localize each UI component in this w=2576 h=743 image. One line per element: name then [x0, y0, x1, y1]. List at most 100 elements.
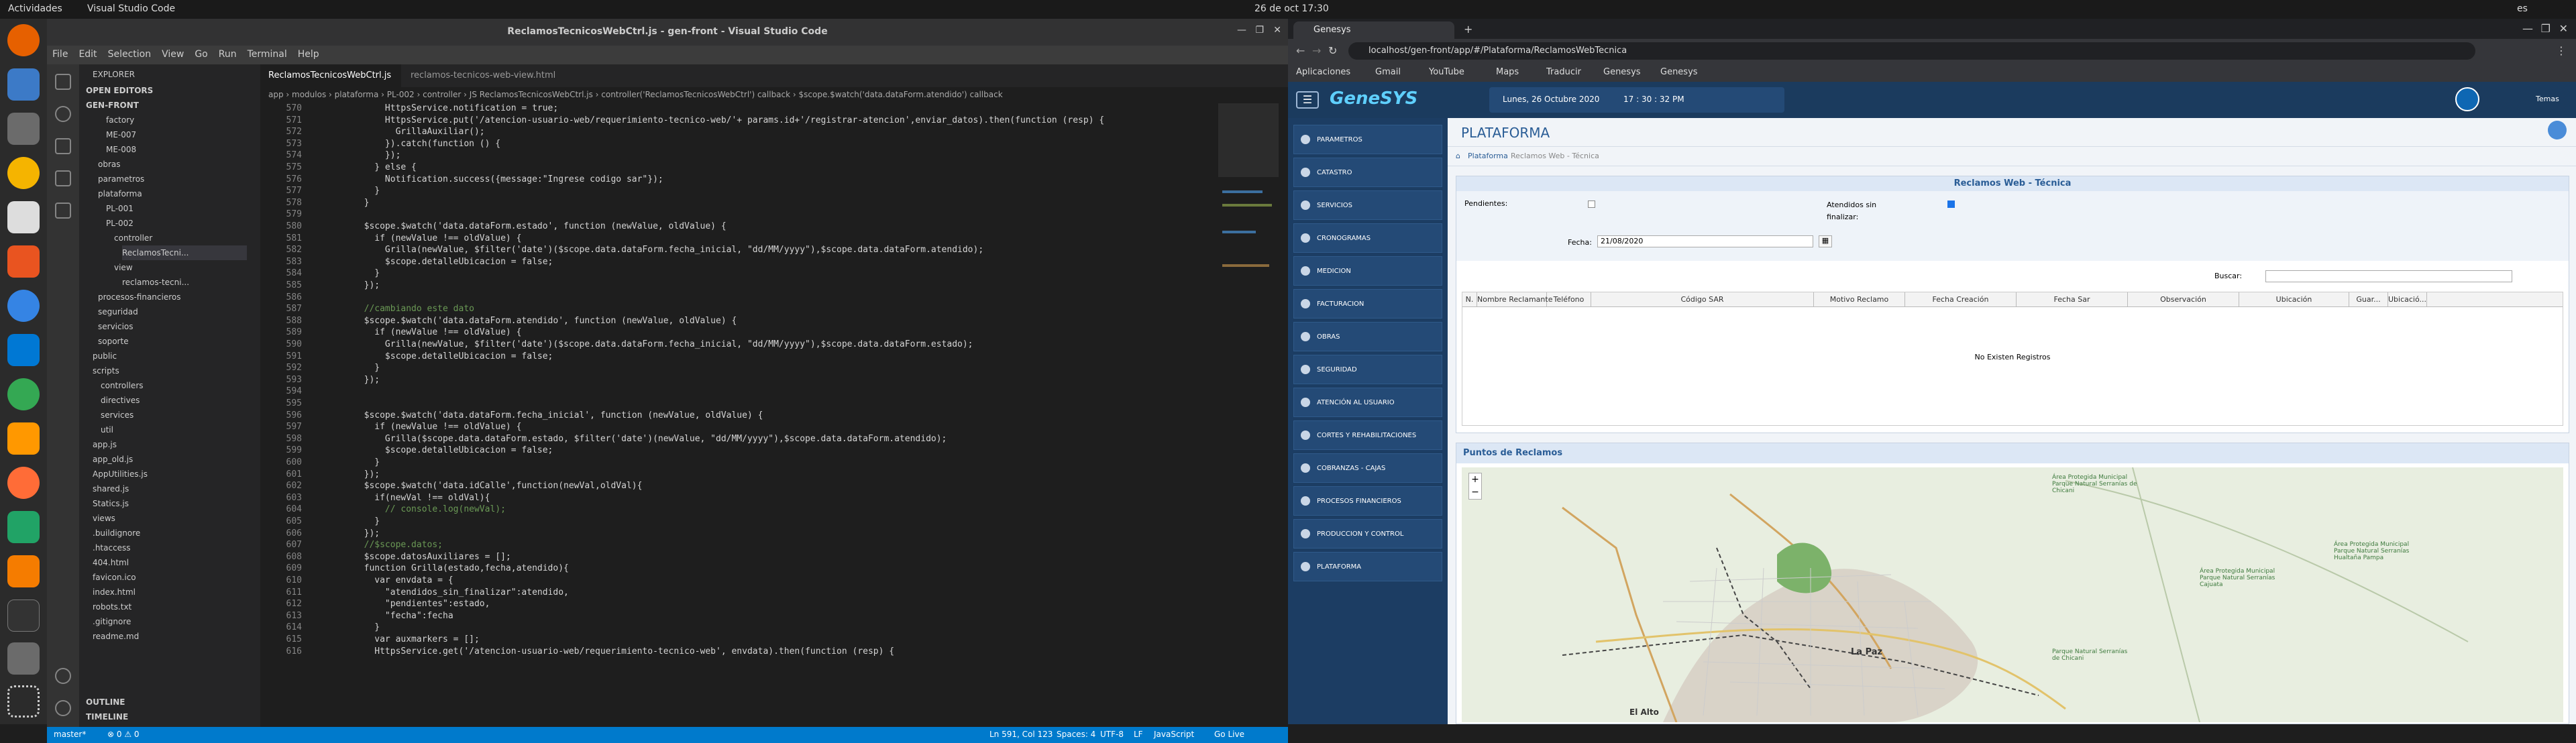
- home-icon[interactable]: ⌂: [1456, 147, 1460, 166]
- sidebar-item-atenci-n-al-usuario[interactable]: ATENCIÓN AL USUARIO: [1293, 388, 1442, 417]
- explorer-item[interactable]: 404.html: [93, 555, 247, 570]
- code-line[interactable]: $scope.$watch('data.dataForm.atendido', …: [322, 316, 737, 326]
- new-tab-icon[interactable]: +: [1464, 23, 1476, 36]
- menu-selection[interactable]: Selection: [103, 46, 157, 63]
- sidebar-item-plataforma[interactable]: PLATAFORMA: [1293, 552, 1442, 581]
- close-icon[interactable]: ✕: [1273, 25, 1281, 36]
- calc-icon[interactable]: [7, 511, 40, 543]
- files-icon[interactable]: [7, 113, 40, 145]
- column-header[interactable]: Teléfono: [1547, 292, 1591, 307]
- explorer-item[interactable]: ME-008: [106, 142, 247, 157]
- breadcrumb[interactable]: app › modulos › plataforma › PL-002 › co…: [260, 87, 1288, 102]
- column-header[interactable]: Observación: [2128, 292, 2239, 307]
- sidebar-item-cortes-y-rehabilitaciones[interactable]: CORTES Y REHABILITACIONES: [1293, 420, 1442, 450]
- explorer-item[interactable]: services: [101, 408, 247, 422]
- music-icon[interactable]: [7, 157, 40, 189]
- menu-help[interactable]: Help: [292, 46, 325, 63]
- explorer-item[interactable]: directives: [101, 393, 247, 408]
- encoding[interactable]: UTF-8: [1100, 730, 1124, 739]
- explorer-item[interactable]: robots.txt: [93, 599, 247, 614]
- close-icon[interactable]: ✕: [2559, 22, 2568, 35]
- explorer-item[interactable]: PL-002: [106, 216, 247, 231]
- tab-genesys[interactable]: Genesys: [1293, 21, 1454, 39]
- sidebar-item-procesos-financieros[interactable]: PROCESOS FINANCIEROS: [1293, 486, 1442, 516]
- terminal-icon[interactable]: [7, 599, 40, 632]
- chrome-menu-icon[interactable]: ⋮: [2556, 44, 2567, 57]
- sidebar-item-facturacion[interactable]: FACTURACION: [1293, 289, 1442, 319]
- fecha-input[interactable]: 21/08/2020: [1597, 235, 1813, 247]
- sidebar-item-catastro[interactable]: CATASTRO: [1293, 158, 1442, 187]
- code-line[interactable]: HttpsService.notification = true;: [322, 103, 558, 113]
- active-app-label[interactable]: Visual Studio Code: [87, 3, 175, 14]
- address-bar[interactable]: localhost/gen-front/app/#/Plataforma/Rec…: [1348, 42, 2475, 60]
- reload-icon[interactable]: ↻: [1328, 44, 1337, 57]
- menu-go[interactable]: Go: [189, 46, 213, 63]
- code-line[interactable]: } else {: [322, 162, 417, 172]
- bookmark-item[interactable]: Aplicaciones: [1296, 67, 1350, 77]
- minimap[interactable]: [1218, 103, 1279, 720]
- sidebar-item-cobranzas-cajas[interactable]: COBRANZAS - CAJAS: [1293, 453, 1442, 483]
- code-line[interactable]: // console.log(newVal);: [322, 504, 506, 514]
- explorer-item[interactable]: favicon.ico: [93, 570, 247, 585]
- minimize-icon[interactable]: —: [2522, 22, 2533, 35]
- code-line[interactable]: Grilla(newValue, $filter('date')($scope.…: [322, 245, 983, 255]
- code-line[interactable]: GrillaAuxiliar();: [322, 127, 485, 137]
- bookmark-item[interactable]: Genesys: [1660, 67, 1698, 77]
- code-line[interactable]: $scope.$watch('data.dataForm.fecha_inici…: [322, 410, 763, 420]
- code-line[interactable]: });: [322, 469, 380, 479]
- search-input[interactable]: [2265, 270, 2512, 282]
- tab-reclamos-view[interactable]: reclamos-tecnicos-web-view.html: [402, 64, 564, 87]
- column-header[interactable]: Motivo Reclamo: [1814, 292, 1905, 307]
- activities-button[interactable]: Actividades: [8, 3, 62, 14]
- bookmark-item[interactable]: Genesys: [1603, 67, 1641, 77]
- impress-icon[interactable]: [7, 555, 40, 587]
- code-line[interactable]: }: [322, 186, 380, 196]
- sidebar-item-produccion-y-control[interactable]: PRODUCCION Y CONTROL: [1293, 519, 1442, 549]
- calendar-icon[interactable]: ▦: [1819, 235, 1832, 247]
- explorer-item[interactable]: .htaccess: [93, 540, 247, 555]
- sidebar-item-servicios[interactable]: SERVICIOS: [1293, 190, 1442, 220]
- code-line[interactable]: if (newValue !== oldValue) {: [322, 327, 521, 337]
- hamburger-menu-icon[interactable]: ☰: [1296, 91, 1319, 109]
- explorer-item[interactable]: index.html: [93, 585, 247, 599]
- explorer-item[interactable]: AppUtilities.js: [93, 467, 247, 481]
- code-line[interactable]: function Grilla(estado,fecha,atendido){: [322, 563, 569, 573]
- code-line[interactable]: });: [322, 528, 380, 538]
- code-line[interactable]: if (newValue !== oldValue) {: [322, 422, 521, 432]
- sidebar-item-cronogramas[interactable]: CRONOGRAMAS: [1293, 223, 1442, 253]
- timeline-section[interactable]: TIMELINE: [86, 709, 128, 724]
- explorer-item[interactable]: views: [93, 511, 247, 526]
- explorer-item[interactable]: ME-007: [106, 127, 247, 142]
- column-header[interactable]: N.: [1462, 292, 1477, 307]
- code-line[interactable]: }: [322, 516, 380, 526]
- explorer-item[interactable]: ReclamosTecni...: [122, 245, 247, 260]
- code-line[interactable]: //$scope.datos;: [322, 540, 443, 550]
- git-branch[interactable]: master*: [54, 730, 86, 739]
- code-line[interactable]: Notification.success({message:"Ingrese c…: [322, 174, 663, 184]
- code-line[interactable]: HttpsService.get('/atencion-usuario-web/…: [322, 646, 894, 656]
- software-icon[interactable]: [7, 245, 40, 278]
- mail-icon[interactable]: [7, 68, 40, 101]
- column-header[interactable]: Fecha Creación: [1905, 292, 2017, 307]
- column-header[interactable]: Fecha Sar: [2017, 292, 2128, 307]
- code-line[interactable]: $scope.detalleUbicacion = false;: [322, 351, 553, 361]
- explorer-item[interactable]: app_old.js: [93, 452, 247, 467]
- problems-count[interactable]: ⊗ 0 ⚠ 0: [107, 730, 140, 739]
- zoom-controls[interactable]: + −: [1468, 473, 1482, 500]
- workspace-root[interactable]: GEN-FRONT: [86, 98, 139, 113]
- explorer-item[interactable]: seguridad: [98, 304, 247, 319]
- code-line[interactable]: }: [322, 457, 380, 467]
- sidebar-item-medicion[interactable]: MEDICION: [1293, 256, 1442, 286]
- code-line[interactable]: "fecha":fecha: [322, 611, 453, 621]
- minimize-icon[interactable]: —: [1237, 25, 1246, 36]
- code-line[interactable]: $scope.$watch('data.dataForm.estado', fu…: [322, 221, 727, 231]
- code-line[interactable]: });: [322, 150, 401, 160]
- explorer-item[interactable]: parametros: [98, 172, 247, 186]
- code-line[interactable]: Grilla(newValue, $filter('date')($scope.…: [322, 339, 973, 349]
- eol[interactable]: LF: [1134, 730, 1143, 739]
- code-line[interactable]: //cambiando este dato: [322, 304, 474, 314]
- explorer-item[interactable]: util: [101, 422, 247, 437]
- menu-terminal[interactable]: Terminal: [242, 46, 292, 63]
- avatar[interactable]: [2455, 87, 2479, 111]
- explorer-item[interactable]: public: [93, 349, 247, 363]
